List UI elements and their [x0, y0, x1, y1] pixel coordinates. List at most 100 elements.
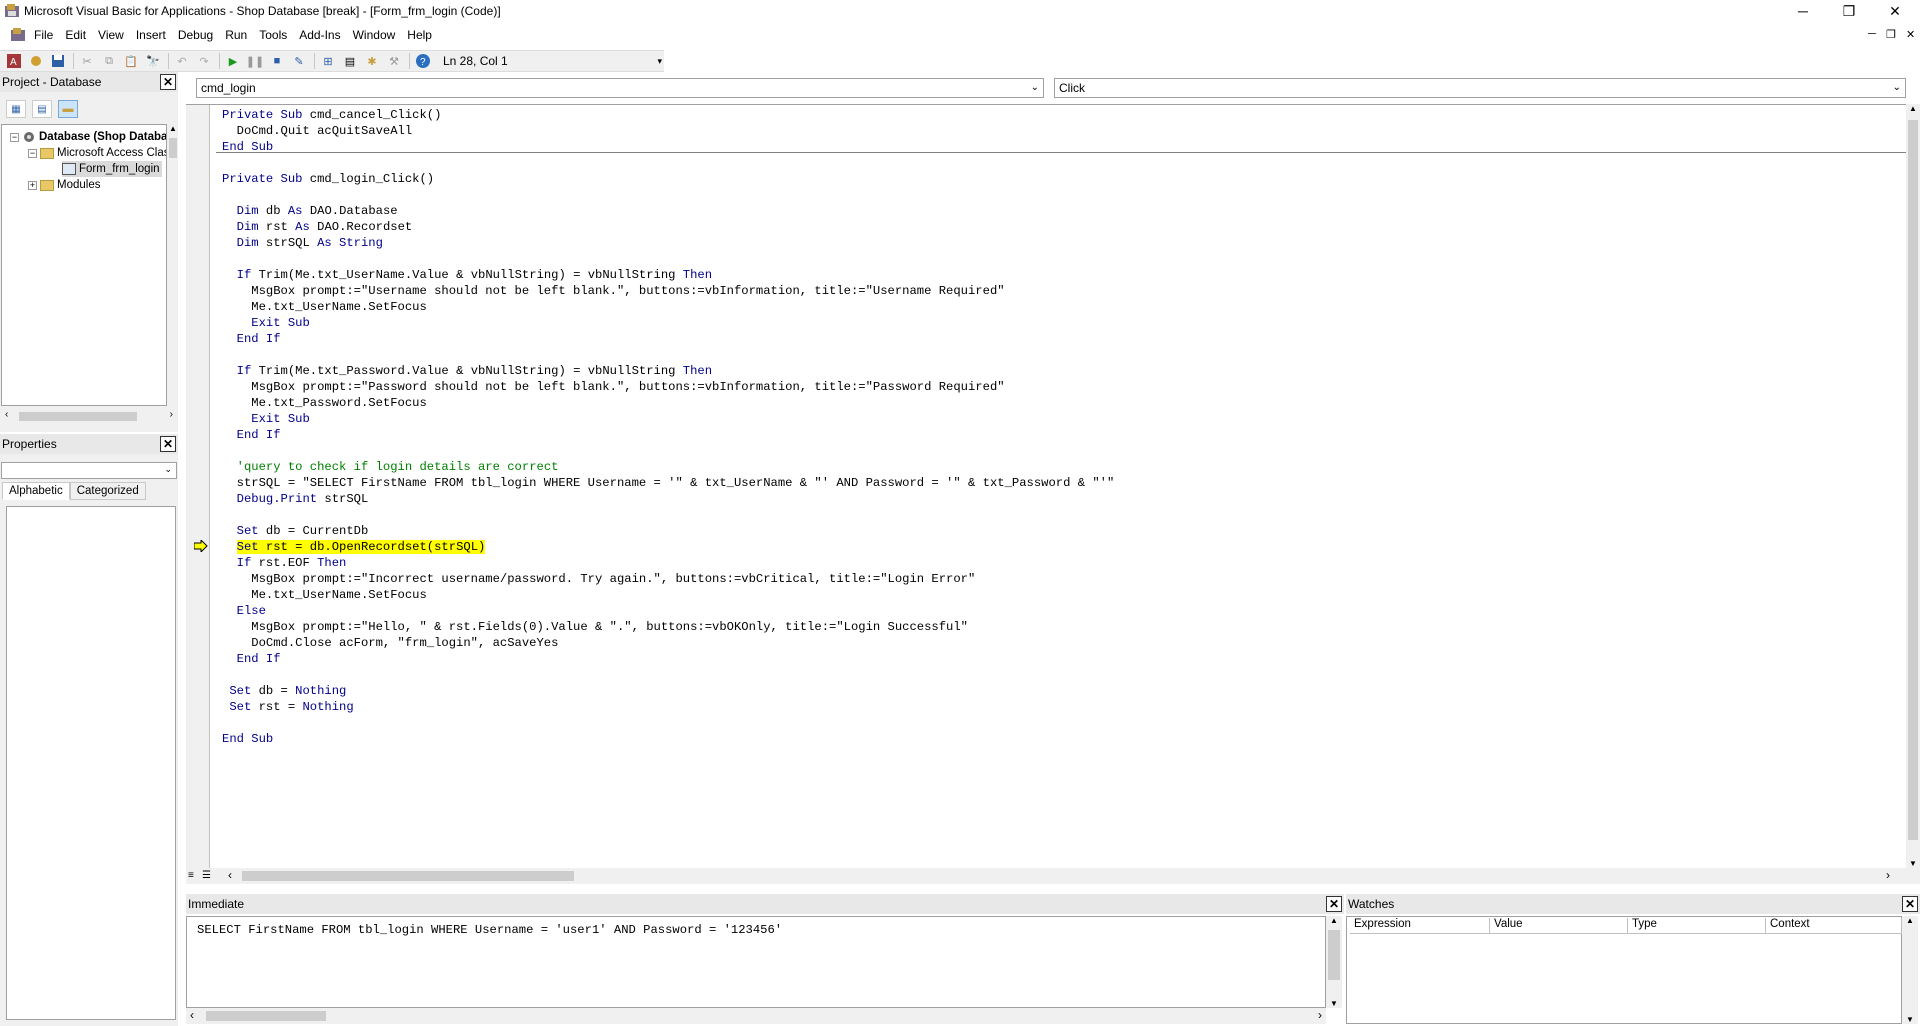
chevron-down-icon: ⌄	[1030, 82, 1039, 93]
watches-column-expression[interactable]: Expression	[1350, 918, 1490, 934]
code-vertical-scrollbar[interactable]: ▲ ▼	[1906, 104, 1920, 868]
scroll-up-icon[interactable]: ▲	[1326, 916, 1342, 925]
scroll-right-icon[interactable]: ›	[170, 409, 173, 420]
toolbox-button[interactable]: ⚒	[384, 52, 404, 70]
watches-vertical-scrollbar[interactable]: ▲ ▼	[1902, 916, 1918, 1024]
scrollbar-thumb[interactable]	[19, 412, 137, 421]
menu-add-ins[interactable]: Add-Ins	[293, 28, 346, 42]
project-tree-vertical-scrollbar[interactable]: ▲	[168, 124, 178, 406]
full-module-view-button[interactable]: ☰	[202, 870, 211, 881]
close-button[interactable]: ✕	[1872, 0, 1918, 22]
scrollbar-thumb[interactable]	[206, 1011, 326, 1021]
menu-bar: File Edit View Insert Debug Run Tools Ad…	[0, 24, 1920, 46]
scrollbar-thumb[interactable]	[169, 138, 177, 158]
properties-panel: Properties ✕ ⌄ Alphabetic Categorized	[0, 434, 178, 1026]
design-mode-button[interactable]: ✎	[289, 52, 309, 70]
scrollbar-thumb[interactable]	[1908, 120, 1918, 840]
menu-tools[interactable]: Tools	[253, 28, 293, 42]
toolbar-separator	[219, 53, 220, 69]
immediate-window-close-button[interactable]: ✕	[1326, 896, 1342, 912]
toggle-folders-button[interactable]: ▬	[58, 100, 78, 118]
code-margin-indicator-bar[interactable]	[186, 105, 210, 869]
object-select[interactable]: cmd_login ⌄	[196, 78, 1044, 98]
watches-window-close-button[interactable]: ✕	[1902, 896, 1918, 912]
cut-button[interactable]: ✂	[77, 52, 97, 70]
project-panel-close-button[interactable]: ✕	[160, 74, 176, 90]
menu-debug[interactable]: Debug	[172, 28, 219, 42]
immediate-vertical-scrollbar[interactable]: ▲ ▼	[1326, 916, 1342, 1008]
scroll-right-icon[interactable]: ›	[1886, 868, 1890, 882]
reset-button[interactable]: ■	[267, 52, 287, 70]
menu-file[interactable]: File	[28, 28, 59, 42]
paste-button[interactable]: 📋	[121, 52, 141, 70]
tree-item-class-objects[interactable]: − Microsoft Access Class O	[28, 145, 166, 161]
break-button[interactable]: ❚❚	[245, 52, 265, 70]
scroll-up-icon[interactable]: ▲	[1906, 104, 1920, 118]
watches-column-context[interactable]: Context	[1766, 918, 1902, 934]
menu-help[interactable]: Help	[401, 28, 438, 42]
redo-button[interactable]: ↷	[194, 52, 214, 70]
scroll-down-icon[interactable]: ▼	[1906, 859, 1920, 868]
toolbar-options-icon[interactable]: ▾	[657, 56, 662, 67]
procedure-view-button[interactable]: ≡	[188, 870, 194, 881]
mdi-restore-button[interactable]: ❐	[1886, 28, 1896, 41]
view-code-button[interactable]: ▦	[6, 100, 26, 118]
code-editor[interactable]: Private Sub cmd_cancel_Click() DoCmd.Qui…	[186, 104, 1906, 869]
chevron-down-icon: ⌄	[1892, 82, 1901, 93]
mdi-minimize-button[interactable]: ─	[1868, 28, 1876, 40]
properties-window-button[interactable]: ▤	[340, 52, 360, 70]
expand-icon[interactable]: +	[28, 180, 37, 190]
watches-column-value[interactable]: Value	[1490, 918, 1628, 934]
help-button[interactable]: ?	[413, 52, 433, 70]
tree-item-database[interactable]: − Database (Shop Database)	[10, 129, 166, 145]
minimize-icon: ─	[1798, 3, 1808, 19]
tree-item-form-frm-login[interactable]: Form_frm_login	[62, 161, 162, 177]
immediate-window-header: Immediate ✕	[186, 894, 1344, 914]
restore-button[interactable]: ❐	[1826, 0, 1872, 22]
scroll-right-icon[interactable]: ›	[1318, 1008, 1322, 1022]
view-access-button[interactable]: A	[4, 52, 24, 70]
scroll-down-icon[interactable]: ▼	[1326, 999, 1342, 1008]
code-text[interactable]: Private Sub cmd_cancel_Click() DoCmd.Qui…	[222, 107, 1114, 747]
menu-view[interactable]: View	[92, 28, 130, 42]
immediate-horizontal-scrollbar[interactable]: ‹ ›	[186, 1008, 1326, 1024]
tab-categorized[interactable]: Categorized	[69, 482, 146, 500]
copy-button[interactable]: ⧉	[99, 52, 119, 70]
properties-object-select[interactable]: ⌄	[1, 462, 177, 479]
scrollbar-thumb[interactable]	[1328, 930, 1340, 980]
project-explorer-button[interactable]: ⊞	[318, 52, 338, 70]
scroll-left-icon[interactable]: ‹	[5, 409, 8, 420]
collapse-icon[interactable]: −	[10, 132, 19, 142]
vba-document-icon[interactable]	[10, 27, 26, 43]
find-button[interactable]: 🔭	[143, 52, 163, 70]
watches-window-header: Watches ✕	[1346, 894, 1920, 914]
tree-item-modules[interactable]: + Modules	[28, 177, 100, 193]
procedure-select[interactable]: Click ⌄	[1054, 78, 1906, 98]
scroll-up-icon[interactable]: ▲	[1902, 916, 1918, 925]
menu-window[interactable]: Window	[347, 28, 402, 42]
view-object-button[interactable]: ▤	[32, 100, 52, 118]
insert-module-button[interactable]	[26, 52, 46, 70]
undo-button[interactable]: ↶	[172, 52, 192, 70]
minimize-button[interactable]: ─	[1780, 0, 1826, 22]
collapse-icon[interactable]: −	[28, 148, 37, 158]
run-button[interactable]: ▶	[223, 52, 243, 70]
scroll-left-icon[interactable]: ‹	[190, 1008, 194, 1022]
menu-edit[interactable]: Edit	[59, 28, 92, 42]
close-icon: ✕	[162, 437, 174, 451]
menu-insert[interactable]: Insert	[130, 28, 172, 42]
menu-run[interactable]: Run	[219, 28, 253, 42]
code-horizontal-scrollbar[interactable]: ≡ ☰ ‹ ›	[186, 868, 1920, 884]
object-browser-button[interactable]: ✱	[362, 52, 382, 70]
immediate-output-area[interactable]: SELECT FirstName FROM tbl_login WHERE Us…	[186, 916, 1326, 1008]
properties-panel-close-button[interactable]: ✕	[160, 436, 176, 452]
scroll-down-icon[interactable]: ▼	[1902, 1015, 1918, 1024]
project-tree-horizontal-scrollbar[interactable]: ‹ ›	[1, 408, 177, 424]
scrollbar-thumb[interactable]	[242, 871, 574, 881]
save-button[interactable]	[48, 52, 68, 70]
scroll-up-icon[interactable]: ▲	[168, 124, 178, 133]
watches-column-type[interactable]: Type	[1628, 918, 1766, 934]
scroll-left-icon[interactable]: ‹	[228, 868, 232, 882]
tab-alphabetic[interactable]: Alphabetic	[2, 482, 70, 500]
mdi-close-button[interactable]: ✕	[1906, 28, 1915, 41]
